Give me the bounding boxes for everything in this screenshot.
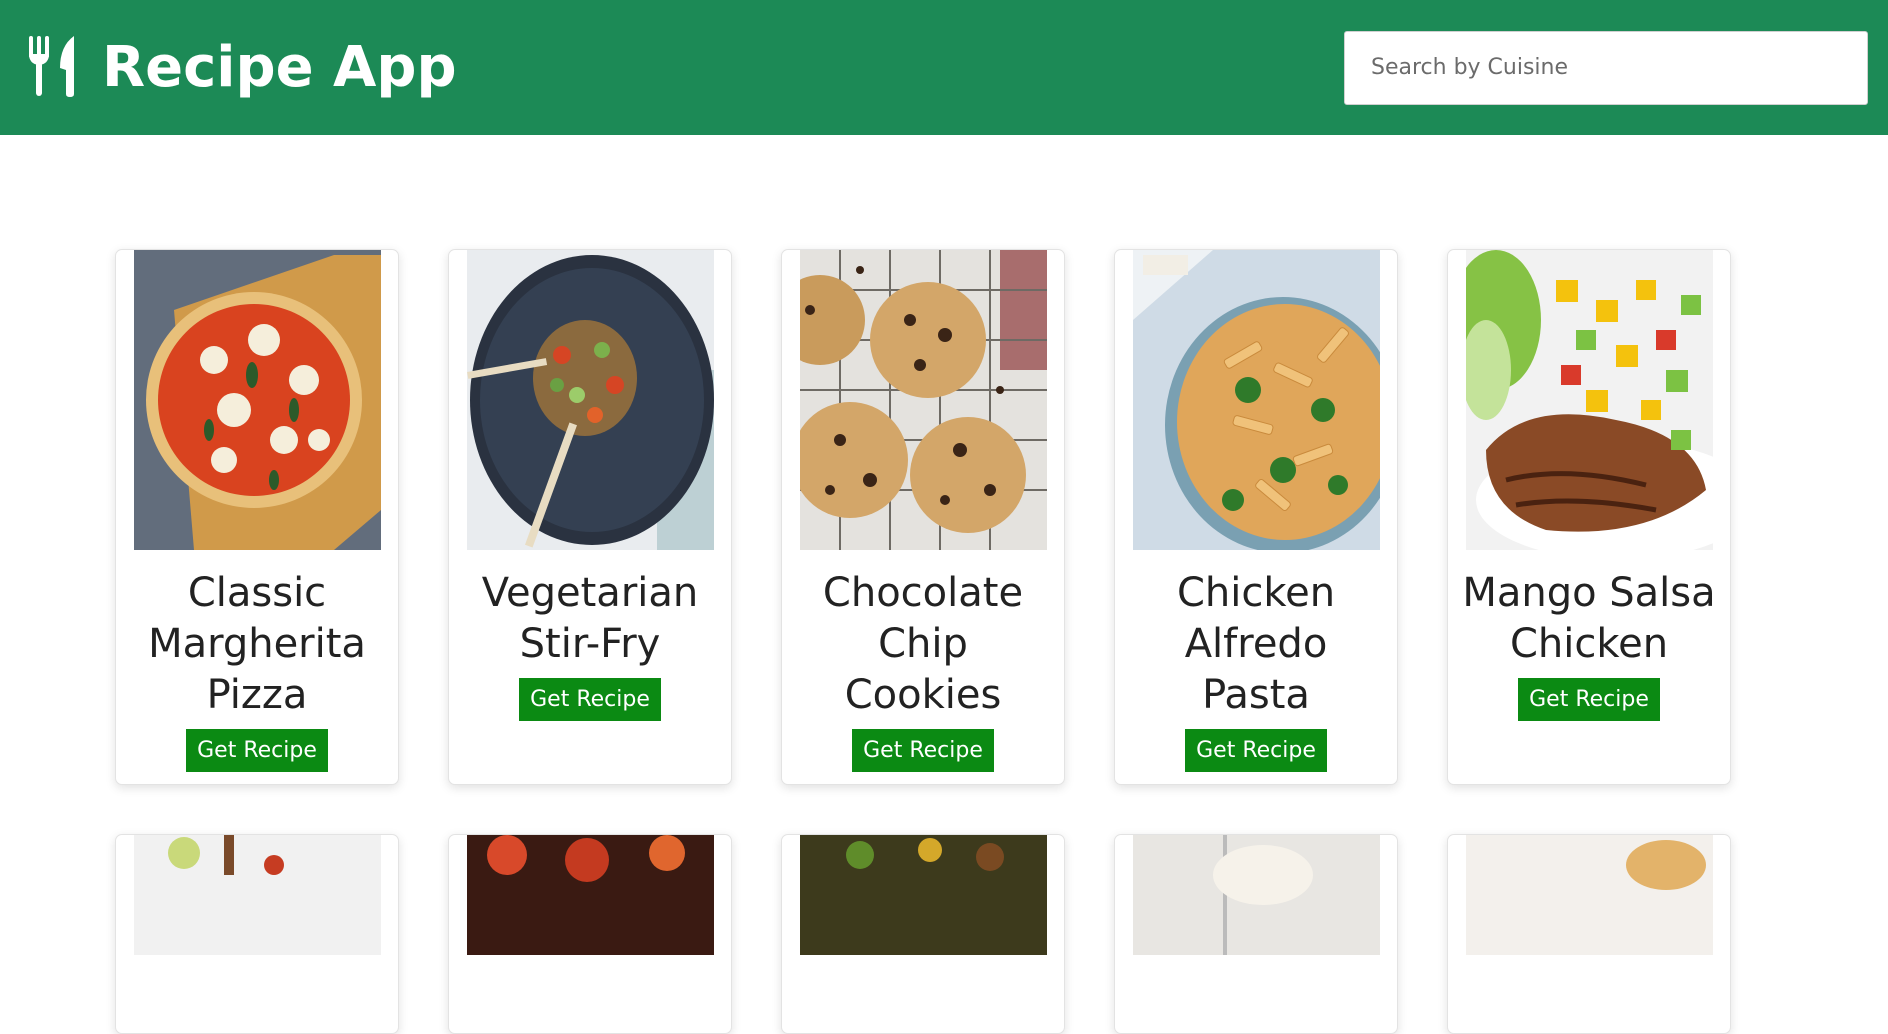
- recipe-title: Classic Margherita Pizza: [148, 570, 366, 718]
- recipe-image: [799, 835, 1047, 955]
- recipe-grid: Classic Margherita Pizza Get Recipe Vege…: [115, 249, 1731, 1034]
- recipe-card: Chocolate Chip Cookies Get Recipe: [781, 249, 1065, 785]
- fork-knife-icon: [26, 34, 102, 102]
- recipe-card: Classic Margherita Pizza Get Recipe: [115, 249, 399, 785]
- app-header: Recipe App: [0, 0, 1888, 135]
- mango-chicken-image: [1465, 250, 1713, 550]
- recipe-title: Chocolate Chip Cookies: [822, 570, 1024, 718]
- recipe-image: [466, 835, 714, 955]
- pasta-image: [1132, 250, 1380, 550]
- recipe-card: [448, 834, 732, 1034]
- recipe-image: [133, 835, 381, 955]
- get-recipe-button[interactable]: Get Recipe: [1518, 678, 1660, 721]
- app-title: Recipe App: [102, 35, 457, 100]
- get-recipe-button[interactable]: Get Recipe: [1185, 729, 1327, 772]
- get-recipe-button[interactable]: Get Recipe: [852, 729, 994, 772]
- get-recipe-button[interactable]: Get Recipe: [186, 729, 328, 772]
- recipe-card: Mango Salsa Chicken Get Recipe: [1447, 249, 1731, 785]
- pizza-image: [133, 250, 381, 550]
- get-recipe-button[interactable]: Get Recipe: [519, 678, 661, 721]
- stir-fry-image: [466, 250, 714, 550]
- recipe-card: Chicken Alfredo Pasta Get Recipe: [1114, 249, 1398, 785]
- search-input[interactable]: [1344, 30, 1868, 105]
- recipe-image: [1132, 835, 1380, 955]
- recipe-title: Mango Salsa Chicken: [1462, 570, 1716, 667]
- recipe-card: [1114, 834, 1398, 1034]
- recipe-card: Vegetarian Stir-Fry Get Recipe: [448, 249, 732, 785]
- recipe-title: Chicken Alfredo Pasta: [1176, 570, 1336, 718]
- recipe-card: [115, 834, 399, 1034]
- recipe-image: [1465, 835, 1713, 955]
- recipe-card: [781, 834, 1065, 1034]
- brand: Recipe App: [26, 34, 457, 102]
- recipe-title: Vegetarian Stir-Fry: [481, 570, 699, 667]
- recipe-card: [1447, 834, 1731, 1034]
- cookies-image: [799, 250, 1047, 550]
